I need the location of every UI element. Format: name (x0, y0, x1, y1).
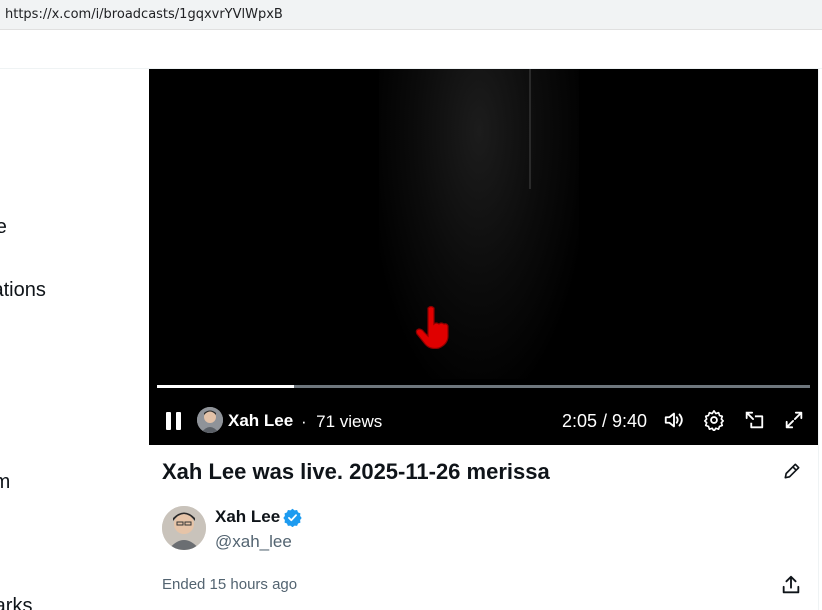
author-handle[interactable]: @xah_lee (215, 532, 292, 552)
settings-icon[interactable] (703, 409, 725, 431)
host-name[interactable]: Xah Lee (228, 411, 293, 431)
player-controls: Xah Lee · 71 views 2:05 / 9:40 (149, 401, 818, 441)
url-text[interactable]: https://x.com/i/broadcasts/1gqxvrYVlWpxB (5, 7, 283, 22)
edit-icon[interactable] (782, 461, 802, 481)
volume-icon[interactable] (663, 409, 685, 431)
video-player[interactable]: Xah Lee · 71 views 2:05 / 9:40 (149, 69, 818, 445)
sidebar-item-explore[interactable]: ore (0, 216, 7, 239)
progress-fill (157, 385, 295, 388)
time-display: 2:05 / 9:40 (562, 411, 648, 431)
sidebar-item-bookmarks[interactable]: marks (0, 595, 32, 610)
sidebar-nav: e ore ications ium marks (0, 69, 148, 610)
browser-address-bar[interactable]: https://x.com/i/broadcasts/1gqxvrYVlWpxB (0, 0, 822, 30)
dock-icon[interactable] (743, 409, 765, 431)
broadcast-title: Xah Lee was live. 2025-11-26 merissa (162, 459, 550, 484)
sidebar-item-notifications[interactable]: ications (0, 279, 46, 302)
view-count: · 71 views (301, 412, 382, 432)
share-icon[interactable] (780, 574, 802, 596)
pause-icon[interactable] (165, 412, 183, 430)
broadcast-status: Ended 15 hours ago (162, 576, 298, 593)
sidebar-item-label: marks (0, 595, 33, 610)
sidebar-item-label: ium (0, 471, 11, 493)
video-frame (379, 69, 579, 379)
top-strip (0, 30, 822, 69)
video-frame-detail (529, 69, 531, 189)
author-name[interactable]: Xah Lee (215, 507, 280, 527)
separator-dot: · (301, 412, 307, 431)
views-text: 71 views (316, 412, 383, 431)
author-avatar[interactable] (162, 506, 206, 550)
sidebar-item-label: ications (0, 279, 46, 301)
hand-cursor-icon (415, 305, 449, 349)
verified-badge-icon (283, 508, 302, 527)
sidebar-item-premium[interactable]: ium (0, 471, 10, 494)
host-avatar[interactable] (197, 407, 223, 433)
progress-bar[interactable] (157, 385, 810, 388)
column-divider (818, 69, 819, 610)
fullscreen-icon[interactable] (783, 409, 805, 431)
sidebar-item-label: ore (0, 216, 7, 238)
